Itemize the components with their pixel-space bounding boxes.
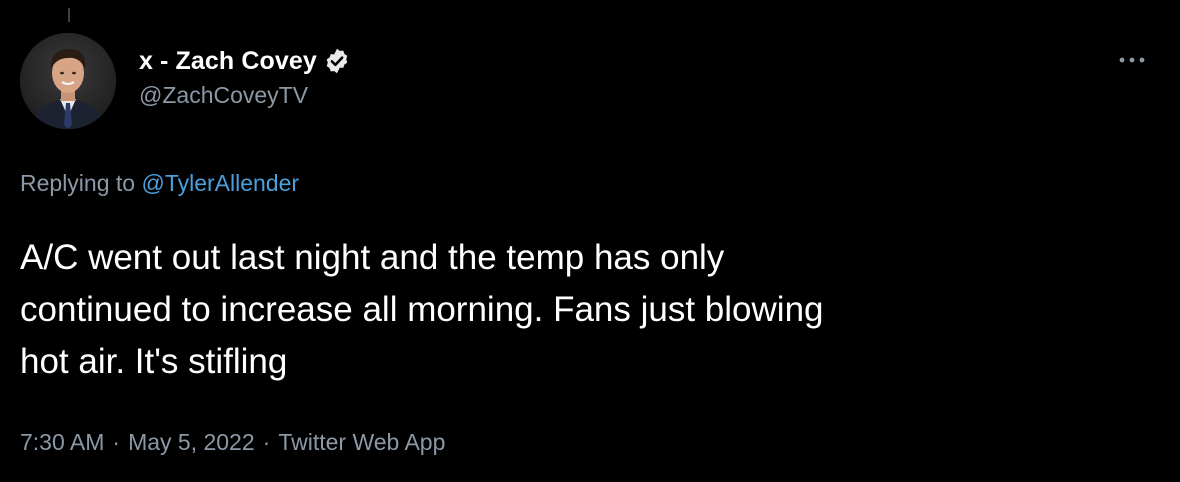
tweet-text: A/C went out last night and the temp has…	[20, 238, 824, 381]
meta-separator: ·	[112, 429, 121, 455]
replying-to-label: Replying to	[20, 170, 136, 196]
more-options-icon[interactable]	[1112, 50, 1152, 70]
avatar-image	[20, 33, 116, 129]
author-display-name[interactable]: x - Zach Covey	[139, 47, 317, 76]
meta-separator: ·	[262, 429, 271, 455]
author-name-row: x - Zach Covey	[139, 44, 351, 78]
tweet-source[interactable]: Twitter Web App	[278, 429, 445, 455]
tweet-author: x - Zach Covey @ZachCoveyTV	[139, 44, 351, 109]
replying-to-line: Replying to @TylerAllender	[20, 170, 299, 197]
tweet-time[interactable]: 7:30 AM	[20, 429, 104, 455]
tweet-meta: 7:30 AM · May 5, 2022 · Twitter Web App	[20, 429, 445, 456]
verified-badge-icon	[323, 47, 351, 75]
avatar[interactable]	[20, 33, 116, 129]
thread-connector-line	[68, 8, 70, 22]
tweet-date[interactable]: May 5, 2022	[128, 429, 255, 455]
reply-mention-link[interactable]: @TylerAllender	[141, 170, 299, 196]
author-handle[interactable]: @ZachCoveyTV	[139, 82, 351, 109]
